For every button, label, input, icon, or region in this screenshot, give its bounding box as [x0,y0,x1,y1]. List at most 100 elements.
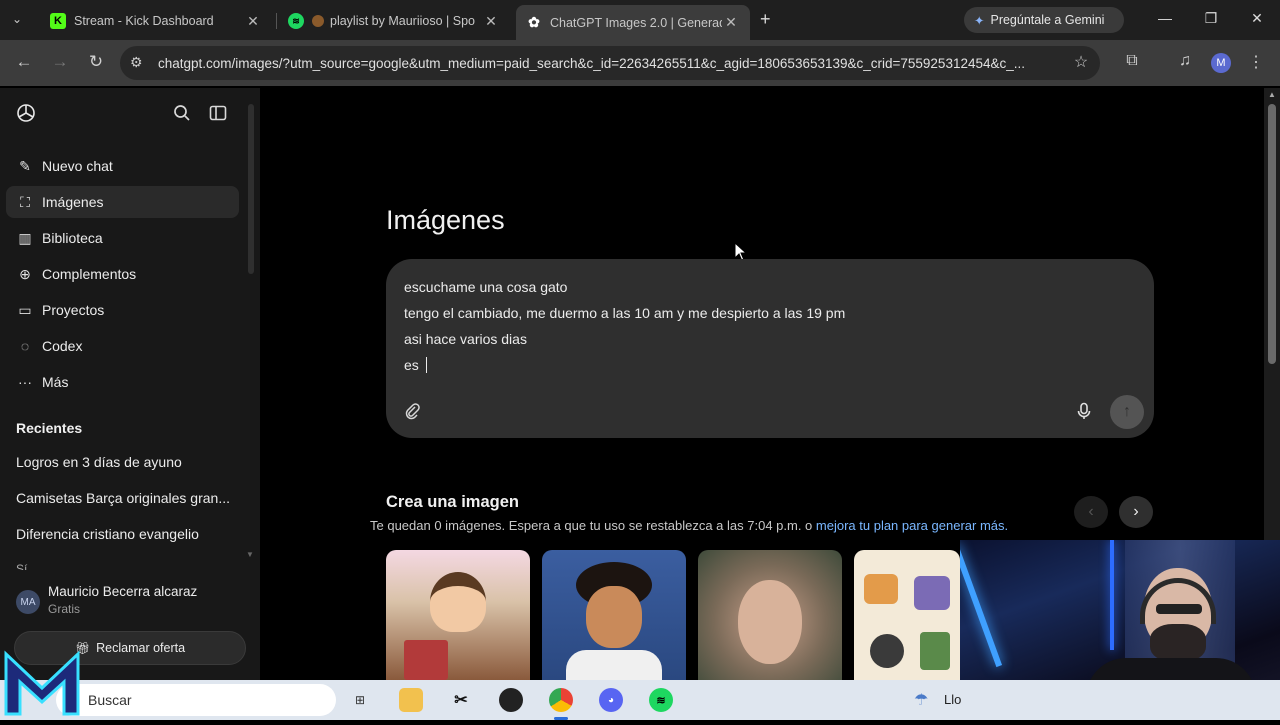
minimize-icon[interactable]: — [1150,10,1180,26]
carousel-prev-button[interactable]: ‹ [1074,496,1108,528]
webcam-neon-light [1110,540,1114,650]
sidebar-item-new-chat[interactable]: ✎ Nuevo chat [6,150,239,182]
style-thumbnail-anime-traveler[interactable] [386,550,530,680]
restore-icon[interactable]: ❐ [1196,10,1226,27]
weather-text[interactable]: Llo [944,692,961,707]
thumbnail-sticker [920,632,950,670]
thumbnail-face [738,580,802,664]
thumbnail-figure [430,572,486,632]
openai-icon: ✿ [528,14,540,30]
arrow-up-icon: ↑ [1123,403,1131,420]
user-name[interactable]: Mauricio Becerra alcaraz [48,584,197,599]
extensions-icon[interactable]: ⧉ [1121,52,1143,70]
sidebar-item-codex[interactable]: ◌ Codex [6,330,239,362]
sidebar-item-label: Proyectos [42,302,105,318]
sidebar-item-library[interactable]: ▥ Biblioteca [6,222,239,254]
obs-icon[interactable] [499,688,523,712]
thumbnail-sticker [864,574,898,604]
openai-logo-icon[interactable] [14,101,38,125]
new-tab-icon[interactable]: + [760,9,771,30]
scroll-up-icon[interactable]: ▲ [1268,90,1276,99]
user-plan: Gratis [48,602,81,616]
thumbnail-sticker [870,634,904,668]
claim-offer-label: Reclamar oferta [96,641,186,655]
prompt-line: asi hace varios dias [404,331,527,347]
url-text: chatgpt.com/images/?utm_source=google&ut… [158,55,1026,71]
ask-gemini-button[interactable]: ✦ Pregúntale a Gemini [964,7,1124,33]
prompt-line: escuchame una cosa gato [404,279,568,295]
kick-icon: K [50,13,66,29]
microphone-icon[interactable] [1074,401,1094,421]
webcam-neon-light [960,542,1003,668]
tab-title: Stream - Kick Dashboard [74,14,214,28]
spotify-taskbar-icon[interactable]: ≋ [649,688,673,712]
reload-icon[interactable]: ↻ [84,52,108,72]
toggle-sidebar-icon[interactable] [208,103,228,123]
thumbnail-book [404,640,448,680]
tab-search-chevron-icon[interactable]: ⌄ [12,12,22,26]
address-bar[interactable]: chatgpt.com/images/?utm_source=google&ut… [120,46,1100,80]
tab-divider [276,13,277,29]
bookmark-star-icon[interactable]: ☆ [1070,52,1092,72]
sidebar-item-images[interactable]: ⛶ Imágenes [6,186,239,218]
prompt-composer[interactable]: escuchame una cosa gato tengo el cambiad… [386,259,1154,438]
search-icon[interactable] [172,103,192,123]
folder-icon: ▭ [18,301,32,318]
style-thumbnail-cartoon-man[interactable] [542,550,686,680]
tab-title: ChatGPT Images 2.0 | Generado [550,15,722,30]
site-info-icon[interactable]: ⚙ [130,54,143,71]
sidebar-item-projects[interactable]: ▭ Proyectos [6,294,239,326]
taskbar-search-label: Buscar [88,692,132,708]
media-control-icon[interactable]: ♫ [1174,52,1196,70]
sidebar-scrollbar[interactable] [248,104,254,274]
close-window-icon[interactable]: ✕ [1242,10,1272,27]
recent-chat-item[interactable]: Camisetas Barça originales gran... [16,490,241,506]
thumbnail-shirt [566,650,662,680]
close-tab-icon[interactable]: ✕ [244,13,262,30]
library-icon: ▥ [18,229,32,246]
chevron-left-icon: ‹ [1088,503,1094,520]
capcut-icon[interactable]: ✂ [449,688,473,712]
browser-menu-icon[interactable]: ⋮ [1245,52,1267,72]
sidebar-item-label: Imágenes [42,194,104,210]
recent-chat-item[interactable]: Sí... [16,562,241,570]
streamer-logo-watermark [0,640,84,720]
profile-avatar[interactable]: M [1211,53,1231,73]
prompt-line: tengo el cambiado, me duermo a las 10 am… [404,305,846,321]
file-explorer-icon[interactable] [399,688,423,712]
sidebar-item-plugins[interactable]: ⊕ Complementos [6,258,239,290]
thumbnail-sticker [914,576,950,610]
sidebar-item-more[interactable]: ··· Más [6,366,239,398]
recent-chat-item[interactable]: Diferencia cristiano evangelio [16,526,241,542]
gemini-label: Pregúntale a Gemini [990,13,1105,27]
chrome-icon[interactable] [549,688,573,712]
text-caret [425,357,427,373]
tab-kick[interactable]: K Stream - Kick Dashboard ✕ [40,6,272,36]
close-tab-icon[interactable]: ✕ [722,14,740,31]
taskbar-search[interactable]: Buscar [56,684,336,716]
back-icon[interactable]: ← [12,52,36,72]
task-view-icon[interactable]: ⊞ [348,688,372,712]
send-button[interactable]: ↑ [1110,395,1144,429]
recent-chat-item[interactable]: Logros en 3 días de ayuno [16,454,241,470]
close-tab-icon[interactable]: ✕ [482,13,500,30]
forward-icon[interactable]: → [48,52,72,72]
discord-icon[interactable]: ◕ [599,688,623,712]
attach-icon[interactable] [402,401,422,421]
tab-spotify[interactable]: ≋ playlist by Mauriioso | Spo ✕ [278,6,510,36]
sidebar: ✎ Nuevo chat ⛶ Imágenes ▥ Biblioteca ⊕ C… [0,88,260,680]
sidebar-item-label: Biblioteca [42,230,103,246]
browser-toolbar: ← → ↻ chatgpt.com/images/?utm_source=goo… [0,40,1280,86]
user-avatar[interactable]: MA [16,590,40,614]
weather-icon[interactable]: ☂ [914,690,928,710]
style-thumbnail-sticker-sheet[interactable] [854,550,960,680]
page-scrollbar-thumb[interactable] [1268,104,1276,364]
thumbnail-face [586,586,642,648]
style-thumbnail-portrait-woman[interactable] [698,550,842,680]
sidebar-scroll-down-icon[interactable]: ▼ [246,550,254,559]
carousel-next-button[interactable]: › [1119,496,1153,528]
tab-chatgpt-images[interactable]: ✿ ChatGPT Images 2.0 | Generado ✕ [516,5,750,40]
upgrade-plan-link[interactable]: mejora tu plan para generar más. [816,518,1008,533]
create-image-heading: Crea una imagen [386,493,519,511]
webcam-person-beard [1150,624,1206,662]
